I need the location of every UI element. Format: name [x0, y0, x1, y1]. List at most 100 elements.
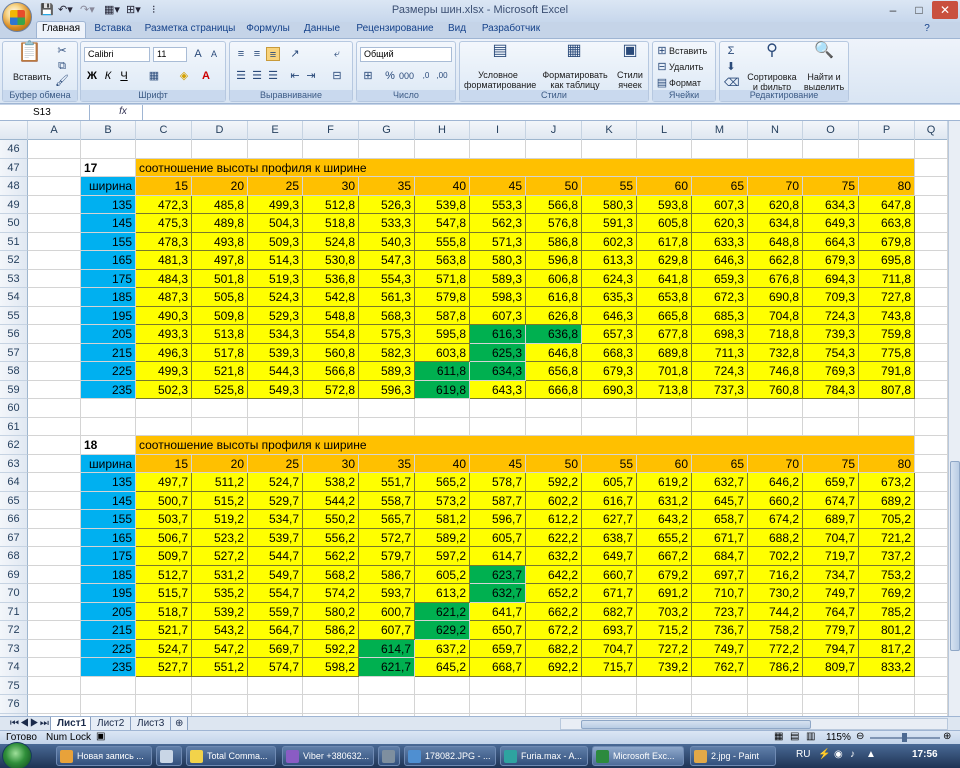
diameter-value-cell[interactable]: 711,3 [692, 343, 748, 362]
diameter-value-cell[interactable]: 721,2 [859, 528, 915, 547]
minimize-button[interactable]: – [880, 1, 906, 19]
diameter-value-cell[interactable]: 613,3 [582, 251, 637, 270]
diameter-value-cell[interactable]: 674,2 [748, 510, 803, 529]
diameter-value-cell[interactable]: 660,7 [582, 565, 637, 584]
paste-icon[interactable]: 📋 [17, 42, 42, 69]
diameter-value-cell[interactable]: 655,2 [637, 528, 692, 547]
italic-icon[interactable]: К [101, 69, 115, 83]
diameter-value-cell[interactable]: 514,3 [248, 251, 303, 270]
diameter-value-cell[interactable]: 509,3 [248, 232, 303, 251]
tire-width-cell[interactable]: 215 [81, 621, 136, 640]
diameter-value-cell[interactable]: 679,3 [803, 251, 859, 270]
diameter-value-cell[interactable]: 499,3 [248, 195, 303, 214]
diameter-value-cell[interactable]: 659,7 [803, 473, 859, 492]
cell[interactable] [28, 565, 81, 584]
diameter-value-cell[interactable]: 743,8 [859, 306, 915, 325]
tire-width-cell[interactable]: 215 [81, 343, 136, 362]
zoom-out-icon[interactable]: ⊖ [856, 731, 864, 742]
ratio-cell[interactable]: 55 [582, 454, 637, 473]
diameter-value-cell[interactable]: 493,8 [192, 232, 248, 251]
sort-filter-icon[interactable]: ⚲ [762, 43, 782, 66]
cell[interactable] [915, 288, 948, 307]
diameter-value-cell[interactable]: 785,2 [859, 602, 915, 621]
diameter-value-cell[interactable]: 626,8 [526, 306, 582, 325]
diameter-value-cell[interactable]: 727,2 [637, 639, 692, 658]
diameter-value-cell[interactable]: 710,7 [692, 584, 748, 603]
row-header[interactable]: 50 [0, 214, 28, 233]
diameter-value-cell[interactable]: 472,3 [136, 195, 192, 214]
diameter-value-cell[interactable]: 575,3 [359, 325, 415, 344]
format-cells-icon[interactable]: ▤ [655, 76, 669, 90]
taskbar-item[interactable]: Microsoft Exc... [592, 746, 684, 766]
tire-width-cell[interactable]: 205 [81, 602, 136, 621]
horizontal-scrollbar[interactable] [560, 718, 948, 730]
diameter-value-cell[interactable]: 671,7 [692, 528, 748, 547]
diameter-value-cell[interactable]: 739,3 [803, 325, 859, 344]
cell[interactable] [915, 547, 948, 566]
column-header[interactable]: C [136, 121, 192, 140]
row-header[interactable]: 66 [0, 510, 28, 529]
diameter-value-cell[interactable]: 534,7 [248, 510, 303, 529]
cell[interactable] [303, 417, 359, 436]
cell[interactable] [359, 676, 415, 695]
diameter-value-cell[interactable]: 648,8 [748, 232, 803, 251]
diameter-value-cell[interactable]: 600,7 [359, 602, 415, 621]
diameter-value-cell[interactable]: 662,8 [748, 251, 803, 270]
align-left-icon[interactable]: ☰ [234, 69, 248, 83]
diameter-value-cell[interactable]: 619,2 [637, 473, 692, 492]
cell[interactable] [28, 695, 81, 714]
cell[interactable] [915, 602, 948, 621]
cell[interactable] [28, 343, 81, 362]
cell[interactable] [915, 436, 948, 455]
ratio-cell[interactable]: 80 [859, 454, 915, 473]
diameter-value-cell[interactable]: 562,3 [470, 214, 526, 233]
row-header[interactable]: 46 [0, 140, 28, 159]
diameter-value-cell[interactable]: 817,2 [859, 639, 915, 658]
ratio-cell[interactable]: 80 [859, 177, 915, 196]
insert-cells-button[interactable]: Вставить [669, 46, 707, 56]
diameter-value-cell[interactable]: 579,7 [359, 547, 415, 566]
diameter-value-cell[interactable]: 621,7 [359, 658, 415, 677]
diameter-value-cell[interactable]: 617,8 [637, 232, 692, 251]
close-button[interactable]: ✕ [932, 1, 958, 19]
cell[interactable] [915, 343, 948, 362]
cell[interactable] [915, 306, 948, 325]
diameter-value-cell[interactable]: 496,3 [136, 343, 192, 362]
diameter-value-cell[interactable]: 662,2 [526, 602, 582, 621]
ratio-cell[interactable]: 25 [248, 177, 303, 196]
diameter-value-cell[interactable]: 596,3 [359, 380, 415, 399]
cell[interactable] [28, 140, 81, 159]
decrease-decimal-icon[interactable]: ,00 [435, 69, 449, 83]
taskbar-item[interactable]: Новая запись ... [56, 746, 152, 766]
diameter-value-cell[interactable]: 689,2 [859, 491, 915, 510]
row-header[interactable]: 53 [0, 269, 28, 288]
cell[interactable] [28, 417, 81, 436]
diameter-value-cell[interactable]: 613,2 [415, 584, 470, 603]
borders-icon[interactable]: ▦ [147, 69, 161, 83]
diameter-value-cell[interactable]: 649,3 [803, 214, 859, 233]
diameter-value-cell[interactable]: 701,8 [637, 362, 692, 381]
diameter-value-cell[interactable]: 646,3 [582, 306, 637, 325]
diameter-value-cell[interactable]: 539,7 [248, 528, 303, 547]
cell[interactable] [359, 140, 415, 159]
diameter-value-cell[interactable]: 525,8 [192, 380, 248, 399]
cell[interactable] [748, 399, 803, 418]
diameter-value-cell[interactable]: 759,8 [859, 325, 915, 344]
diameter-value-cell[interactable]: 616,3 [470, 325, 526, 344]
diameter-value-cell[interactable]: 524,3 [248, 288, 303, 307]
tire-width-cell[interactable]: 185 [81, 288, 136, 307]
diameter-value-cell[interactable]: 611,8 [415, 362, 470, 381]
underline-icon[interactable]: Ч [117, 69, 131, 83]
tray-arrow-icon[interactable]: ▲ [866, 749, 876, 760]
maximize-button[interactable]: □ [906, 1, 932, 19]
diameter-value-cell[interactable]: 784,3 [803, 380, 859, 399]
column-header[interactable]: E [248, 121, 303, 140]
orientation-icon[interactable]: ↗ [288, 47, 302, 61]
column-header[interactable]: O [803, 121, 859, 140]
row-header[interactable]: 62 [0, 436, 28, 455]
diameter-value-cell[interactable]: 620,8 [748, 195, 803, 214]
width-label-cell[interactable]: ширина [81, 177, 136, 196]
diameter-value-cell[interactable]: 625,3 [470, 343, 526, 362]
cell[interactable] [637, 399, 692, 418]
cell[interactable] [915, 195, 948, 214]
